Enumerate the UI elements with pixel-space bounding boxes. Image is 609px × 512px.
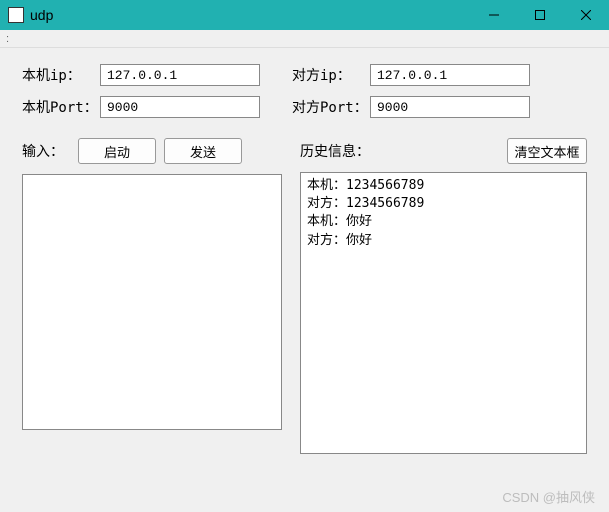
- local-port-input[interactable]: [100, 96, 260, 118]
- window-title: udp: [30, 7, 471, 23]
- remote-port-input[interactable]: [370, 96, 530, 118]
- maximize-button[interactable]: [517, 0, 563, 30]
- close-icon: [581, 10, 591, 20]
- local-port-label: 本机Port：: [22, 97, 100, 117]
- history-pane: 历史信息： 清空文本框: [300, 138, 587, 457]
- local-ip-input[interactable]: [100, 64, 260, 86]
- remote-port-label: 对方Port：: [292, 97, 370, 117]
- titlebar: udp: [0, 0, 609, 30]
- minimize-button[interactable]: [471, 0, 517, 30]
- local-ip-label: 本机ip：: [22, 65, 100, 85]
- history-label: 历史信息：: [300, 141, 370, 161]
- port-row: 本机Port： 对方Port：: [22, 96, 587, 118]
- input-pane: 输入： 启动 发送: [22, 138, 282, 457]
- minimize-icon: [489, 10, 499, 20]
- send-button[interactable]: 发送: [164, 138, 242, 164]
- client-area: 本机ip： 对方ip： 本机Port： 对方Port： 输入： 启动 发送: [0, 48, 609, 512]
- close-button[interactable]: [563, 0, 609, 30]
- clear-button[interactable]: 清空文本框: [507, 138, 587, 164]
- input-label: 输入：: [22, 141, 70, 161]
- start-button[interactable]: 启动: [78, 138, 156, 164]
- remote-ip-label: 对方ip：: [292, 65, 370, 85]
- input-textarea[interactable]: [22, 174, 282, 430]
- menu-hint: :: [6, 33, 9, 45]
- menubar: :: [0, 30, 609, 48]
- watermark: CSDN @抽风侠: [502, 487, 595, 506]
- window-controls: [471, 0, 609, 30]
- history-header: 历史信息： 清空文本框: [300, 138, 587, 164]
- app-icon: [8, 7, 24, 23]
- ip-row: 本机ip： 对方ip：: [22, 64, 587, 86]
- mid-section: 输入： 启动 发送 历史信息： 清空文本框: [22, 138, 587, 457]
- remote-ip-input[interactable]: [370, 64, 530, 86]
- history-textarea[interactable]: [300, 172, 587, 454]
- maximize-icon: [535, 10, 545, 20]
- input-controls-row: 输入： 启动 发送: [22, 138, 282, 164]
